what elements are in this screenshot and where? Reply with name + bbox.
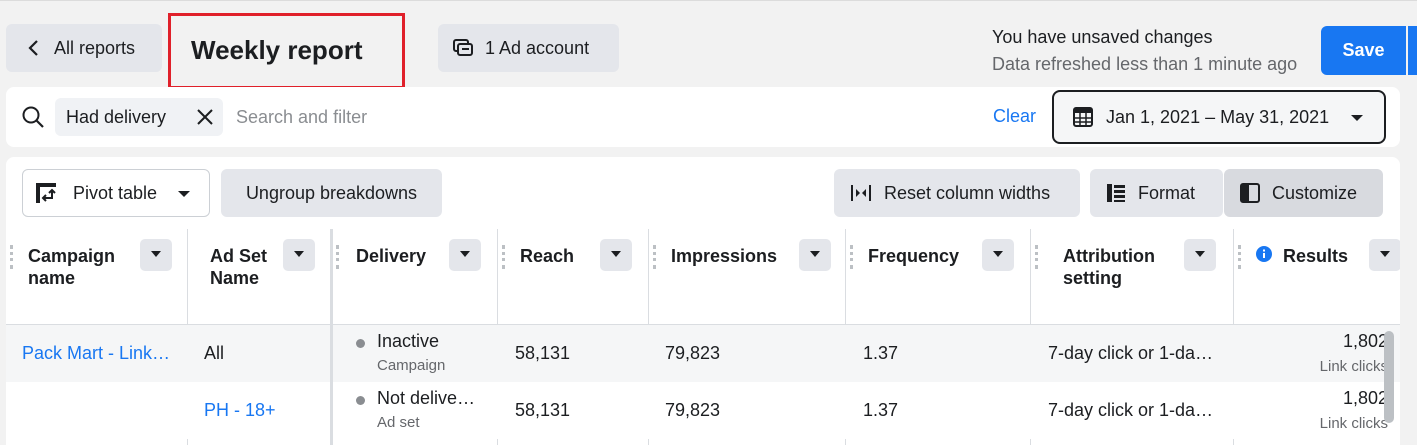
attribution-setting-cell: 7-day click or 1-da… [1048, 343, 1214, 363]
drag-handle-icon[interactable] [10, 245, 13, 269]
column-header-reach[interactable]: Reach [498, 229, 649, 325]
report-panel: Pivot table Ungroup breakdowns Reset col… [6, 157, 1400, 445]
column-header-attribution-setting[interactable]: Attribution setting [1031, 229, 1234, 325]
ad-account-button[interactable]: 1 Ad account [438, 24, 619, 72]
column-header-campaign-name[interactable]: Campaign name [6, 229, 188, 325]
pivot-table-label: Pivot table [73, 182, 158, 203]
column-header-results[interactable]: Results [1234, 229, 1400, 325]
column-menu-button[interactable] [449, 239, 481, 271]
frequency-cell: 1.37 [863, 400, 899, 420]
format-label: Format [1138, 182, 1196, 203]
pivot-table-icon [36, 183, 56, 203]
unsaved-changes-text: You have unsaved changes [992, 27, 1213, 47]
save-button[interactable]: Save [1321, 26, 1406, 75]
all-reports-button[interactable]: All reports [6, 24, 162, 72]
customize-label: Customize [1272, 182, 1358, 203]
ad-set-name-cell[interactable]: PH - 18+ [204, 400, 276, 421]
filter-chip-label: Had delivery [66, 106, 167, 127]
top-bar: All reports Weekly report 1 Ad account Y… [0, 0, 1417, 89]
column-header-delivery[interactable]: Delivery [332, 229, 498, 325]
caret-down-icon [178, 191, 190, 197]
reset-column-widths-button[interactable]: Reset column widths [834, 169, 1080, 217]
status-dot [356, 396, 365, 405]
column-menu-button[interactable] [600, 239, 632, 271]
calendar-icon [1073, 107, 1093, 127]
reach-cell: 58,131 [515, 343, 571, 363]
column-menu-button[interactable] [140, 239, 172, 271]
column-menu-button[interactable] [1369, 239, 1400, 271]
drag-handle-icon[interactable] [850, 245, 853, 269]
impressions-cell: 79,823 [665, 400, 721, 420]
all-reports-label: All reports [54, 37, 136, 58]
ungroup-breakdowns-button[interactable]: Ungroup breakdowns [221, 169, 442, 217]
ad-account-label: 1 Ad account [485, 37, 590, 58]
ad-accounts-icon [453, 39, 473, 56]
info-icon[interactable] [1256, 246, 1272, 262]
chevron-left-icon [28, 40, 38, 56]
impressions-cell: 79,823 [665, 343, 721, 363]
attribution-setting-cell: 7-day click or 1-da… [1048, 400, 1214, 420]
table-row[interactable]: PH - 18+ Not delive… Ad set 58,131 79,82… [6, 382, 1400, 439]
caret-down-icon [1351, 115, 1363, 121]
drag-handle-icon[interactable] [1035, 245, 1038, 269]
caret-down-icon [1195, 251, 1205, 257]
delivery-status-cell: Inactive [377, 331, 440, 351]
column-resize-icon [851, 185, 871, 201]
frequency-cell: 1.37 [863, 343, 899, 363]
search-input[interactable] [236, 100, 936, 134]
table-header: Campaign name Ad Set Name Delivery Reach… [6, 229, 1400, 325]
results-cell: 1,802 [1342, 331, 1388, 351]
drag-handle-icon[interactable] [336, 245, 339, 269]
drag-handle-icon[interactable] [1238, 245, 1241, 269]
frozen-column-divider[interactable] [330, 229, 333, 445]
results-type-cell: Link clicks [1319, 415, 1388, 432]
column-header-ad-set-name[interactable]: Ad Set Name [188, 229, 332, 325]
table-row[interactable]: Pack Mart - Link… All Inactive Campaign … [6, 325, 1400, 382]
search-icon [22, 106, 44, 128]
results-cell: 1,802 [1342, 388, 1388, 408]
caret-down-icon [611, 251, 621, 257]
data-refreshed-text: Data refreshed less than 1 minute ago [992, 54, 1298, 74]
vertical-scrollbar[interactable] [1384, 331, 1394, 423]
delivery-level-cell: Ad set [377, 414, 420, 431]
caret-down-icon [993, 251, 1003, 257]
results-type-cell: Link clicks [1319, 358, 1388, 375]
save-options-button[interactable] [1408, 26, 1417, 75]
clear-filters-link[interactable]: Clear [993, 106, 1036, 127]
format-table-icon [1107, 184, 1125, 202]
status-dot [356, 339, 365, 348]
caret-down-icon [151, 251, 161, 257]
delivery-status-cell: Not delive… [377, 388, 476, 408]
filter-chip[interactable]: Had delivery [55, 98, 223, 136]
campaign-name-cell[interactable]: Pack Mart - Link… [22, 343, 170, 364]
filter-bar: Had delivery Clear Jan 1, 2021 – May 31,… [6, 87, 1400, 147]
column-menu-button[interactable] [283, 239, 315, 271]
delivery-level-cell: Campaign [377, 357, 446, 374]
caret-down-icon [810, 251, 820, 257]
customize-panel-icon [1240, 183, 1260, 203]
caret-down-icon [1380, 251, 1390, 257]
caret-down-icon [294, 251, 304, 257]
date-range-picker[interactable]: Jan 1, 2021 – May 31, 2021 [1052, 90, 1386, 144]
ad-set-name-cell: All [204, 343, 225, 363]
column-header-frequency[interactable]: Frequency [846, 229, 1031, 325]
column-menu-button[interactable] [1184, 239, 1216, 271]
caret-down-icon [460, 251, 470, 257]
page-title[interactable]: Weekly report [191, 35, 362, 66]
column-menu-button[interactable] [799, 239, 831, 271]
pivot-table-dropdown[interactable]: Pivot table [22, 169, 210, 217]
customize-button[interactable]: Customize [1224, 169, 1383, 217]
reset-column-widths-label: Reset column widths [884, 182, 1051, 203]
drag-handle-icon[interactable] [502, 245, 505, 269]
date-range-label: Jan 1, 2021 – May 31, 2021 [1106, 106, 1330, 127]
format-button[interactable]: Format [1090, 169, 1223, 217]
close-icon[interactable] [195, 107, 215, 127]
column-menu-button[interactable] [982, 239, 1014, 271]
drag-handle-icon[interactable] [653, 245, 656, 269]
reach-cell: 58,131 [515, 400, 571, 420]
column-header-impressions[interactable]: Impressions [649, 229, 846, 325]
